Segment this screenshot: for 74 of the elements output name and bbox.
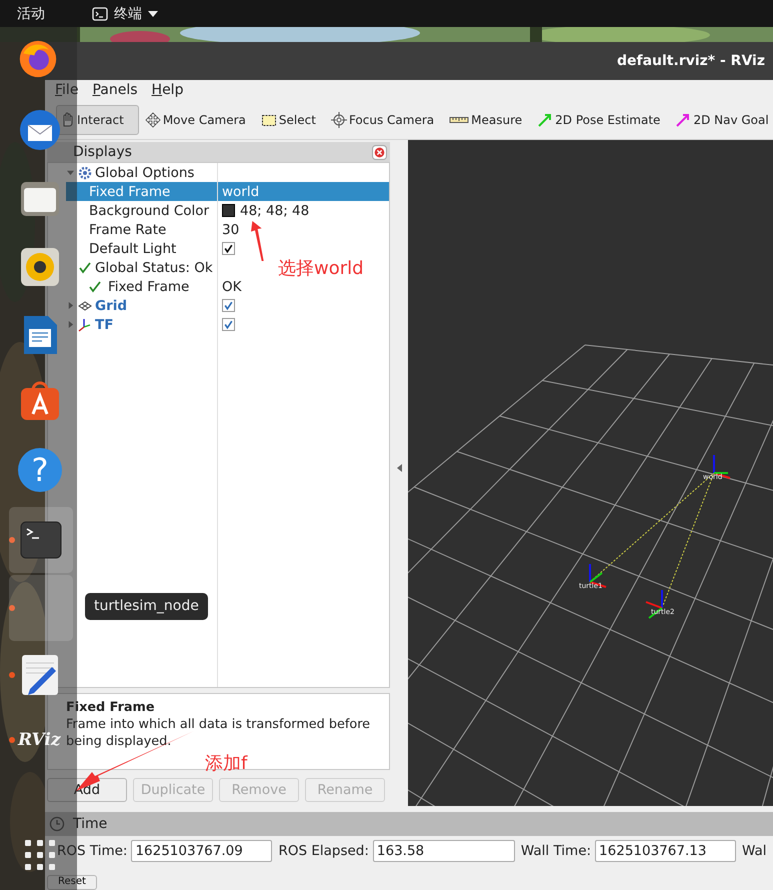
move-arrows-icon: [144, 112, 161, 128]
caret-icon: [148, 10, 158, 16]
checkbox[interactable]: [222, 242, 235, 255]
tool-button[interactable]: 2D Pose Estimate: [534, 104, 670, 134]
tooltip: turtlesim_node: [85, 593, 208, 620]
property-value: world: [222, 184, 260, 200]
tool-button[interactable]: Interact: [56, 104, 139, 134]
expand-arrow-icon[interactable]: [67, 169, 74, 176]
checkbox[interactable]: [222, 318, 235, 331]
property-label: Global Status: Ok: [95, 260, 213, 276]
property-label: Global Options: [95, 164, 194, 180]
property-label: Frame Rate: [89, 222, 166, 238]
description-text: Frame into which all data is transformed before being displayed.: [66, 716, 372, 750]
checkbox[interactable]: [222, 299, 235, 312]
tree-row[interactable]: Global Options: [66, 163, 246, 182]
description-title: Fixed Frame: [66, 699, 156, 716]
input-field[interactable]: 1625103767.09: [131, 840, 272, 862]
field-label: Wall Time:: [520, 843, 592, 859]
tree-row[interactable]: TF: [66, 315, 246, 334]
dock-item[interactable]: [9, 507, 73, 573]
tree-row[interactable]: Grid: [66, 296, 246, 315]
color-swatch[interactable]: [222, 204, 235, 217]
property-label: Fixed Frame: [89, 184, 170, 200]
speaker-icon: [18, 245, 62, 289]
panel-title: Displays: [73, 144, 132, 160]
window-title: default.rviz* - RViz: [616, 53, 765, 69]
tool-button[interactable]: Focus Camera: [328, 104, 444, 134]
panel-title: Time: [73, 816, 108, 832]
collapse-arrow-icon[interactable]: [396, 464, 402, 472]
terminal-icon: [92, 6, 108, 20]
input-field[interactable]: 163.58: [372, 840, 515, 862]
annotation-arrow: [250, 221, 264, 261]
crosshair-icon: [330, 112, 347, 128]
menu-item[interactable]: Panels: [92, 82, 138, 98]
property-label: Background Color: [89, 202, 210, 218]
field-label: ROS Elapsed:: [278, 843, 369, 859]
tool-button[interactable]: Move Camera: [142, 104, 255, 134]
arrow-icon: [675, 112, 692, 128]
property-value: 48; 48; 48: [240, 202, 310, 218]
expand-arrow-icon[interactable]: [67, 321, 74, 328]
property-label: Default Light: [89, 240, 176, 256]
property-label: TF: [95, 316, 114, 332]
axes-icon: [78, 318, 92, 332]
grid-icon: [78, 298, 92, 312]
tree-row[interactable]: Background Color 48; 48; 48: [66, 201, 310, 220]
activities-button[interactable]: 活动: [17, 4, 45, 22]
annotation-text: 选择world: [278, 257, 364, 280]
tree-row[interactable]: Global Status: Ok: [66, 258, 246, 277]
gear-icon: [78, 166, 92, 180]
arrow-icon: [537, 112, 554, 128]
panel-button[interactable]: Add: [47, 778, 127, 802]
input-field[interactable]: 1625103767.13: [595, 840, 736, 862]
close-icon[interactable]: [372, 144, 387, 160]
tree-row[interactable]: Frame Rate 30: [66, 220, 246, 239]
fox-globe-icon: [18, 39, 58, 79]
tree-row[interactable]: Default Light: [66, 239, 246, 258]
tree-row[interactable]: Fixed Frame OK: [66, 277, 246, 296]
property-value: OK: [222, 278, 242, 294]
check-icon: [78, 260, 92, 274]
clock-icon: [49, 816, 65, 832]
property-value: 30: [222, 222, 240, 238]
tool-button[interactable]: Measure: [446, 104, 532, 134]
expand-arrow-icon[interactable]: [67, 302, 74, 309]
property-label: Grid: [95, 298, 128, 314]
tool-button[interactable]: Select: [258, 104, 325, 134]
ruler-icon: [449, 114, 470, 124]
menu-item[interactable]: Help: [152, 82, 184, 98]
property-label: Fixed Frame: [108, 278, 190, 294]
field-label: Wal: [742, 843, 767, 859]
app-menu[interactable]: 终端: [92, 4, 158, 22]
tool-button[interactable]: 2D Nav Goal: [672, 104, 773, 134]
annotation-text: 添加f: [205, 752, 248, 775]
tree-row[interactable]: Fixed Frame world: [66, 182, 389, 201]
check-icon: [88, 280, 102, 294]
